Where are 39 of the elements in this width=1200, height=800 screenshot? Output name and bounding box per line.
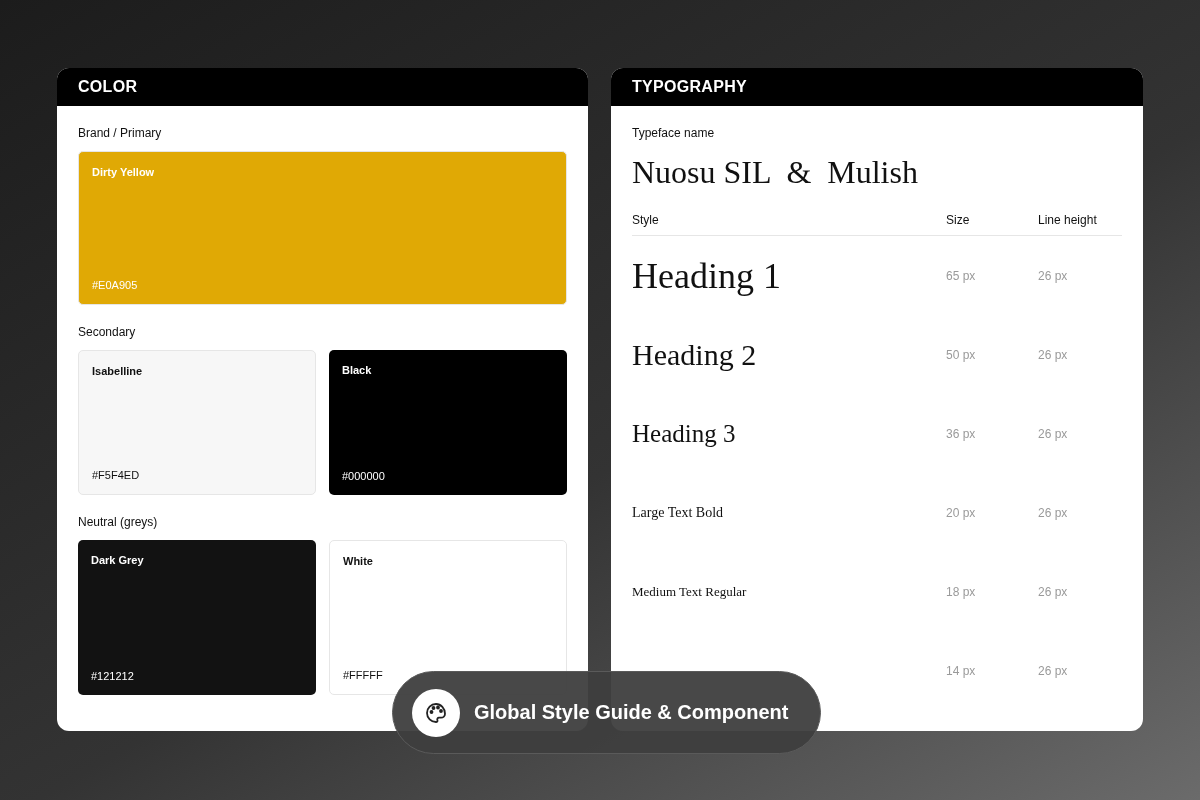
line-height-value: 26 px	[1038, 663, 1069, 678]
style-sample: Heading 1	[632, 254, 782, 297]
line-height-value: 26 px	[1038, 426, 1069, 441]
style-sample: Medium Text Regular	[632, 583, 748, 600]
line-height-value: 26 px	[1038, 584, 1069, 599]
line-height-value: 26 px	[1038, 505, 1069, 520]
line-height-value: 26 px	[1038, 268, 1069, 283]
size-value: 50 px	[946, 347, 977, 362]
swatch-name: Dark Grey	[91, 554, 145, 566]
typeface-name: Nuosu SIL & Mulish	[632, 154, 919, 191]
panel-title: TYPOGRAPHY	[611, 68, 1143, 106]
swatch-name: Isabelline	[92, 365, 144, 377]
panel-title: COLOR	[57, 68, 588, 106]
swatch-name: Dirty Yellow	[92, 166, 156, 178]
style-sample: Heading 3	[632, 419, 737, 448]
hex-code: #121212	[91, 670, 135, 682]
column-header: Style	[632, 213, 660, 227]
size-value: 18 px	[946, 584, 977, 599]
size-value: 36 px	[946, 426, 977, 441]
style-sample: Large Text Bold	[632, 504, 725, 521]
hex-code: #F5F4ED	[92, 469, 141, 481]
style-sample: Heading 2	[632, 337, 758, 372]
swatch-name: Black	[342, 364, 373, 376]
group-label: Brand / Primary	[78, 126, 163, 140]
typeface-label: Typeface name	[632, 126, 716, 140]
column-header: Line height	[1038, 213, 1098, 227]
palette-icon	[412, 688, 460, 737]
hex-code: #E0A905	[92, 279, 139, 291]
size-value: 14 px	[946, 663, 977, 678]
column-header: Size	[946, 213, 971, 227]
group-label: Secondary	[78, 325, 137, 339]
swatch-name: White	[343, 555, 374, 567]
group-label: Neutral (greys)	[78, 515, 159, 529]
size-value: 65 px	[946, 268, 977, 283]
hex-code: #FFFFF	[343, 669, 384, 681]
size-value: 20 px	[946, 505, 977, 520]
badge-title: Global Style Guide & Component	[474, 701, 789, 724]
line-height-value: 26 px	[1038, 347, 1069, 362]
hex-code: #000000	[342, 470, 386, 482]
